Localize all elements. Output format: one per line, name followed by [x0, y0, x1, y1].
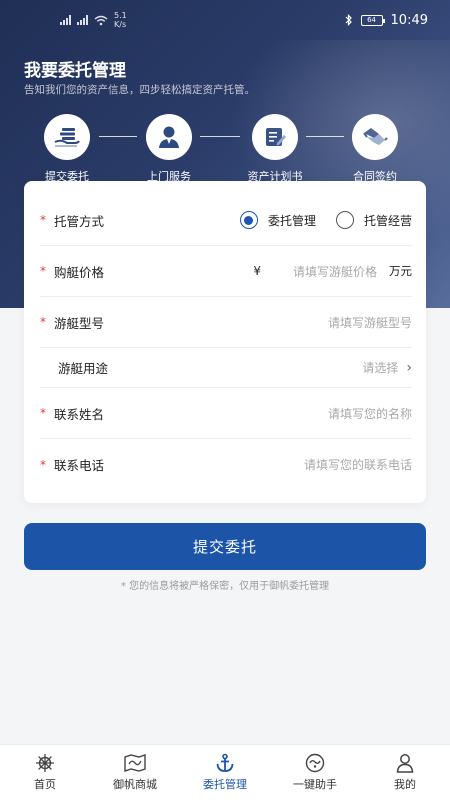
field-label-usage: 游艇用途	[58, 361, 109, 376]
anchor-icon[interactable]	[214, 753, 236, 773]
user-icon[interactable]	[394, 753, 416, 773]
form-row-mode: * 托管方式 委托管理 托管经营	[40, 195, 412, 246]
bluetooth-icon	[345, 14, 352, 26]
map-icon[interactable]	[124, 753, 146, 773]
model-input-wrap[interactable]: 请填写游艇型号	[174, 314, 412, 331]
step-icon-wrap	[252, 114, 298, 160]
handshake-icon	[363, 128, 388, 145]
ship-wheel-icon[interactable]	[34, 753, 56, 773]
step-icon-wrap	[352, 114, 398, 160]
radio-unselected-icon[interactable]	[335, 211, 354, 229]
price-input[interactable]: 请填写游艇价格	[293, 263, 377, 280]
name-input-wrap[interactable]: 请填写您的名称	[174, 405, 412, 422]
field-label-name: 联系姓名	[54, 406, 105, 422]
person-icon	[159, 126, 179, 148]
bottom-tab-bar: 首页 御帆商城 委托管理 一键助手 我的	[0, 744, 450, 800]
form-row-usage[interactable]: 游艇用途 请选择 ›	[40, 348, 412, 388]
tab-assistant[interactable]: 一键助手	[270, 753, 360, 792]
tab-mine[interactable]: 我的	[360, 753, 450, 792]
field-label-mode: 托管方式	[54, 213, 105, 229]
field-label-price: 购艇价格	[54, 264, 105, 280]
required-mark: *	[40, 457, 46, 472]
tab-label[interactable]: 首页	[34, 776, 56, 792]
status-time: 10:49	[390, 12, 428, 28]
radio-label-operate[interactable]: 托管经营	[364, 212, 412, 229]
required-mark: *	[40, 264, 46, 278]
submit-entrust-button[interactable]: 提交委托	[24, 523, 426, 570]
tab-label[interactable]: 我的	[394, 776, 416, 792]
required-mark: *	[40, 315, 46, 329]
step-connector	[306, 136, 344, 137]
radio-option-operate[interactable]: 托管经营	[335, 211, 412, 229]
page-title: 我要委托管理	[24, 61, 126, 81]
entrust-form: * 托管方式 委托管理 托管经营 * 购艇价格 ¥ 请填写游艇价格 万元 * 游…	[24, 181, 426, 503]
step-contract: 合同签约	[330, 114, 420, 184]
status-bar: 5.1 K/s 64 10:49	[0, 0, 450, 40]
tab-label[interactable]: 委托管理	[203, 776, 247, 792]
battery-icon: 64	[360, 14, 385, 26]
chevron-right-icon[interactable]: ›	[406, 360, 412, 376]
signal-icon	[60, 15, 71, 25]
status-indicators: 5.1 K/s	[60, 11, 136, 29]
name-input[interactable]: 请填写您的名称	[328, 405, 412, 422]
tab-label[interactable]: 一键助手	[293, 776, 337, 792]
form-row-model[interactable]: * 游艇型号 请填写游艇型号	[40, 297, 412, 348]
document-edit-icon	[266, 128, 286, 146]
field-label-phone: 联系电话	[54, 458, 105, 473]
usage-select[interactable]: 请选择 ›	[174, 359, 412, 376]
model-input[interactable]: 请填写游艇型号	[328, 314, 412, 331]
status-right: 64 10:49	[345, 13, 428, 28]
step-icon-wrap	[146, 114, 192, 160]
step-icon-wrap	[44, 114, 90, 160]
phone-input[interactable]: 请填写您的联系电话	[304, 456, 412, 473]
price-input-wrap[interactable]: ¥ 请填写游艇价格 万元	[174, 263, 412, 280]
radio-option-entrust[interactable]: 委托管理	[239, 211, 316, 229]
step-visit: 上门服务	[124, 114, 214, 184]
form-row-price[interactable]: * 购艇价格 ¥ 请填写游艇价格 万元	[40, 246, 412, 297]
hand-money-icon	[54, 128, 80, 147]
field-label-model: 游艇型号	[54, 315, 105, 331]
form-row-phone[interactable]: * 联系电话 请填写您的联系电话	[40, 439, 412, 490]
mode-radio-group: 委托管理 托管经营	[174, 211, 412, 229]
required-mark: *	[40, 406, 46, 420]
price-unit: 万元	[389, 264, 412, 278]
step-plan: 资产计划书	[230, 114, 320, 184]
privacy-notice: * 您的信息将被严格保密，仅用于御帆委托管理	[120, 581, 330, 592]
currency-symbol: ¥	[253, 264, 261, 278]
radio-label-entrust[interactable]: 委托管理	[268, 212, 316, 229]
page-subtitle: 告知我们您的资产信息，四步轻松搞定资产托管。	[24, 84, 255, 96]
wifi-icon	[94, 15, 108, 25]
usage-select-value[interactable]: 请选择	[362, 359, 398, 376]
tab-home[interactable]: 首页	[0, 753, 90, 792]
form-row-name[interactable]: * 联系姓名 请填写您的名称	[40, 388, 412, 439]
required-mark: *	[40, 213, 46, 227]
assistant-icon[interactable]	[304, 753, 326, 773]
signal-icon	[77, 15, 88, 25]
tab-entrust[interactable]: 委托管理	[180, 753, 270, 792]
process-steps: 提交委托 上门服务 资产计划书 合同签约	[0, 114, 450, 183]
network-speed: 5.1 K/s	[114, 11, 127, 29]
phone-input-wrap[interactable]: 请填写您的联系电话	[174, 456, 412, 473]
step-submit: 提交委托	[22, 114, 112, 184]
tab-label[interactable]: 御帆商城	[113, 776, 157, 792]
tab-mall[interactable]: 御帆商城	[90, 753, 180, 792]
radio-selected-icon[interactable]	[239, 211, 258, 229]
